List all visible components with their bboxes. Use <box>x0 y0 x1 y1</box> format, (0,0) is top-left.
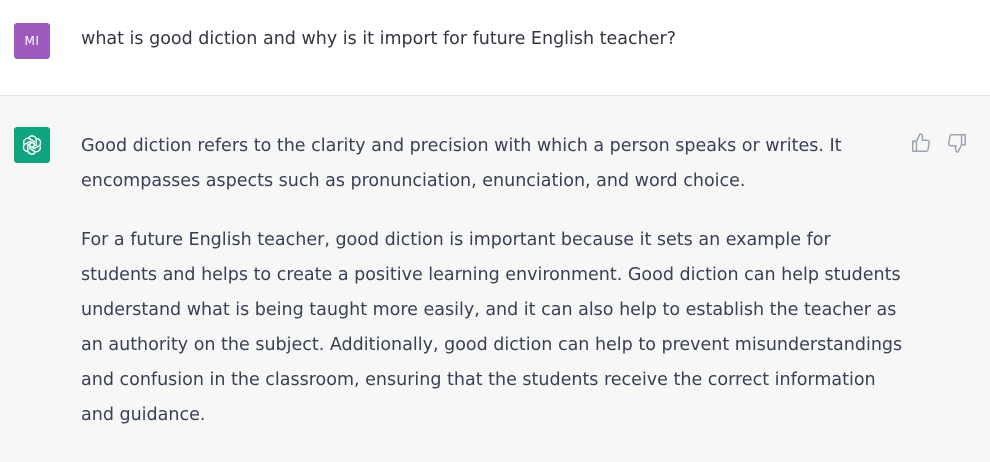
user-message-row: MI what is good diction and why is it im… <box>0 0 990 96</box>
openai-logo-icon <box>22 135 42 155</box>
assistant-paragraph: For a future English teacher, good dicti… <box>81 230 903 425</box>
assistant-message-text: Good diction refers to the clarity and p… <box>81 129 909 457</box>
thumbs-up-icon[interactable] <box>910 132 932 154</box>
assistant-avatar <box>14 127 50 163</box>
user-avatar: MI <box>14 23 50 59</box>
assistant-message-row: Good diction refers to the clarity and p… <box>0 96 990 462</box>
user-message-text: what is good diction and why is it impor… <box>81 29 676 49</box>
assistant-paragraph: Good diction refers to the clarity and p… <box>81 136 842 191</box>
feedback-actions <box>910 132 968 154</box>
thumbs-down-icon[interactable] <box>946 132 968 154</box>
